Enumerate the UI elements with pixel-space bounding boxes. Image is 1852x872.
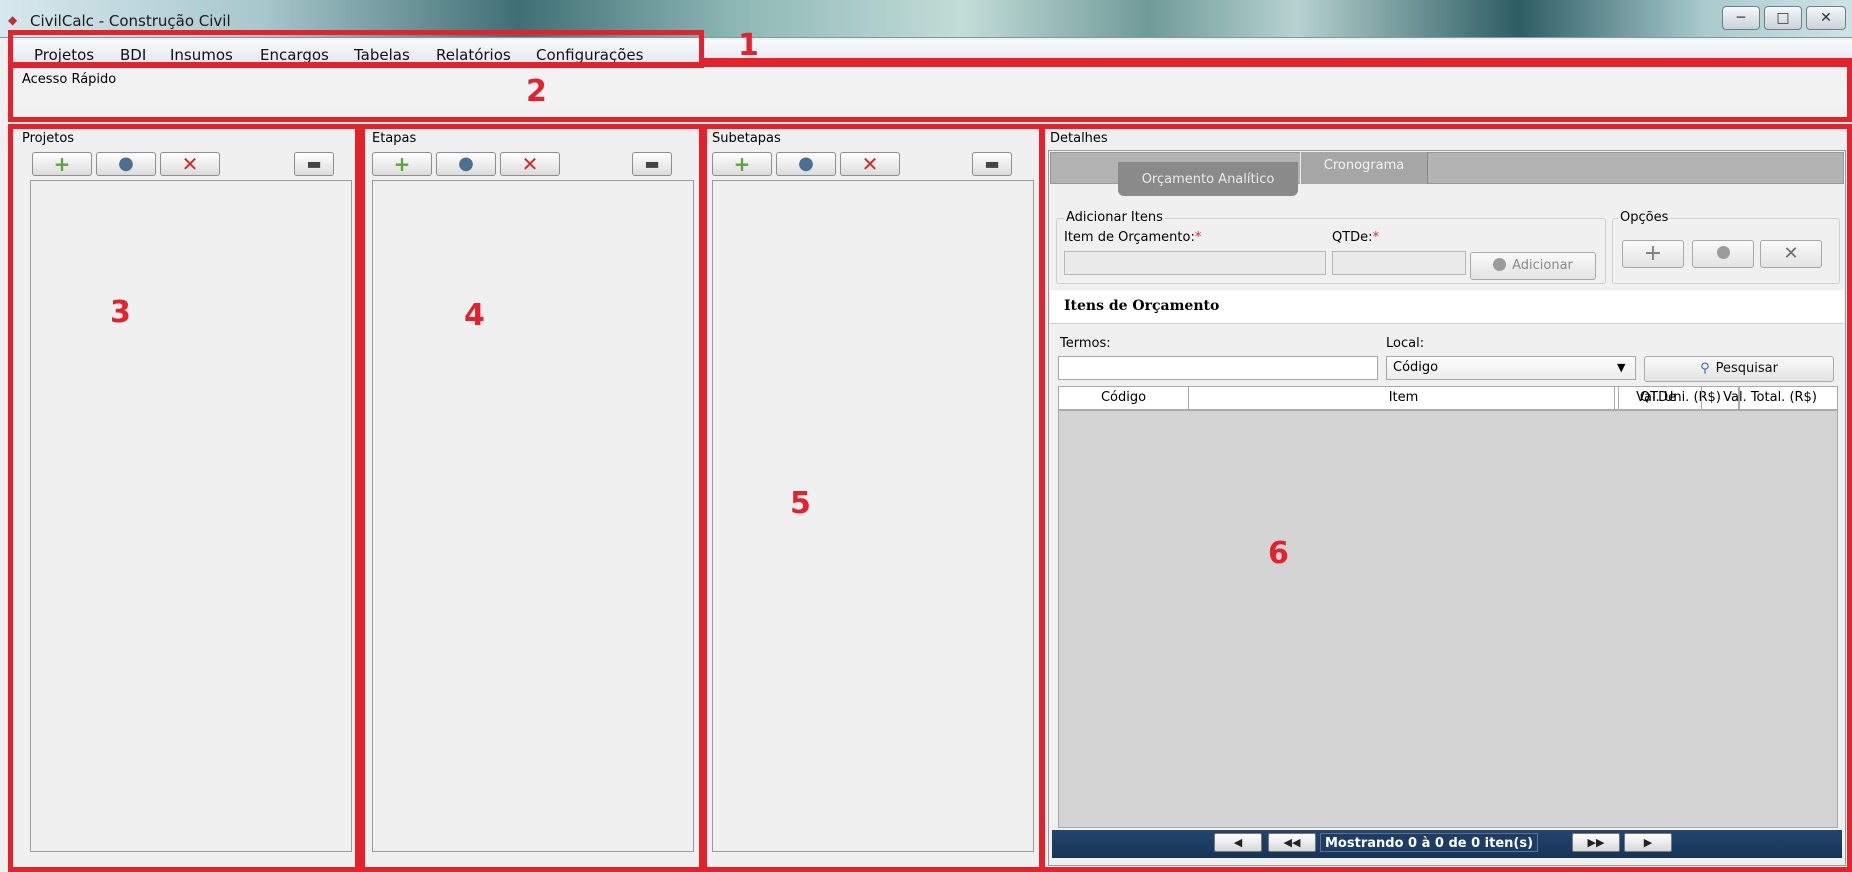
- annotation-number-2: 2: [526, 74, 547, 109]
- close-button[interactable]: ✕: [1806, 6, 1846, 30]
- maximize-button[interactable]: □: [1764, 6, 1802, 30]
- annotation-number-3: 3: [110, 295, 131, 330]
- annotation-number-1: 1: [738, 28, 759, 63]
- annotation-box-2: [8, 62, 1852, 122]
- annotation-number-5: 5: [790, 486, 811, 521]
- app-icon: ◆: [8, 13, 18, 27]
- annotation-box-5: [702, 124, 1044, 872]
- annotation-number-4: 4: [464, 298, 485, 333]
- window-title: CivilCalc - Construção Civil: [30, 12, 231, 30]
- annotation-box-3: [8, 124, 360, 872]
- annotation-box-6: [1040, 124, 1852, 872]
- minimize-button[interactable]: ─: [1722, 6, 1760, 30]
- annotation-number-6: 6: [1268, 536, 1289, 571]
- annotation-box-4: [360, 124, 704, 872]
